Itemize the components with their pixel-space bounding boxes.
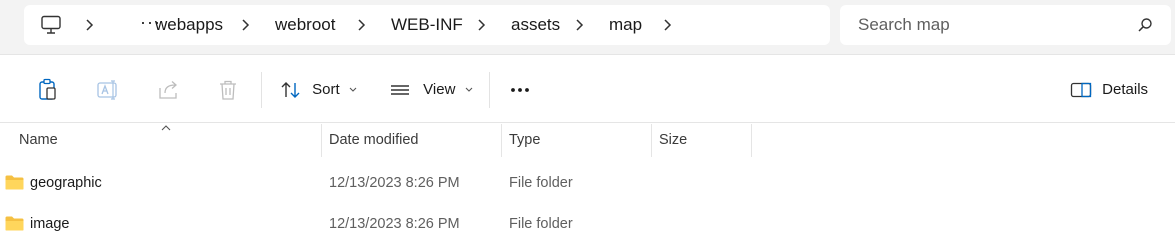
column-header-date-modified[interactable]: Date modified <box>321 124 418 157</box>
file-type: File folder <box>509 216 573 232</box>
file-row[interactable]: geographic 12/13/2023 8:26 PM File folde… <box>0 163 1175 203</box>
sort-ascending-icon <box>161 125 171 131</box>
address-toolbar: ··· webapps webroot WEB-INF assets map S… <box>0 0 1175 55</box>
address-bar[interactable]: ··· webapps webroot WEB-INF assets map <box>24 5 830 45</box>
share-icon[interactable] <box>155 76 183 104</box>
file-name[interactable]: geographic <box>30 163 102 203</box>
search-box[interactable]: Search map <box>840 5 1171 45</box>
breadcrumb-item-webroot[interactable]: webroot <box>275 5 335 45</box>
search-icon[interactable] <box>1137 17 1153 33</box>
details-button[interactable]: Details <box>1070 56 1148 123</box>
file-date-modified: 12/13/2023 8:26 PM <box>329 175 460 191</box>
sort-icon <box>281 82 300 99</box>
command-bar: Sort View Details <box>0 56 1175 123</box>
details-label: Details <box>1102 81 1149 98</box>
sort-button[interactable]: Sort <box>280 56 358 123</box>
column-header-name[interactable]: Name <box>11 124 58 157</box>
sort-label: Sort <box>312 81 340 98</box>
paste-icon[interactable] <box>34 76 62 104</box>
chevron-down-icon <box>349 87 357 92</box>
folder-icon <box>5 216 24 231</box>
chevron-down-icon <box>465 87 472 92</box>
column-header-size[interactable]: Size <box>651 124 687 157</box>
column-header-type[interactable]: Type <box>501 124 540 157</box>
details-pane-icon <box>1070 82 1092 98</box>
view-icon <box>391 85 409 95</box>
column-divider[interactable] <box>751 124 752 157</box>
file-name[interactable]: image <box>30 204 70 244</box>
view-label: View <box>423 81 456 98</box>
column-header-row: Name Date modified Type Size <box>0 124 1175 157</box>
command-separator <box>489 72 490 108</box>
breadcrumb-item-web-inf[interactable]: WEB-INF <box>391 5 463 45</box>
chevron-right-icon[interactable] <box>354 18 368 32</box>
command-separator <box>261 72 262 108</box>
file-row[interactable]: image 12/13/2023 8:26 PM File folder <box>0 204 1175 244</box>
file-date-modified: 12/13/2023 8:26 PM <box>329 216 460 232</box>
more-options-icon[interactable] <box>509 76 533 104</box>
delete-icon[interactable] <box>214 76 242 104</box>
breadcrumb-item-webapps[interactable]: webapps <box>155 5 223 45</box>
breadcrumb-item-map[interactable]: map <box>609 5 642 45</box>
chevron-right-icon[interactable] <box>238 18 252 32</box>
search-input[interactable]: Search map <box>858 5 950 45</box>
breadcrumb-item-assets[interactable]: assets <box>511 5 560 45</box>
chevron-right-icon[interactable] <box>82 18 96 32</box>
rename-icon[interactable] <box>94 76 122 104</box>
this-pc-icon[interactable] <box>40 15 62 35</box>
chevron-right-icon[interactable] <box>474 18 488 32</box>
chevron-right-icon[interactable] <box>572 18 586 32</box>
file-type: File folder <box>509 175 573 191</box>
folder-icon <box>5 175 24 190</box>
view-button[interactable]: View <box>389 56 474 123</box>
chevron-right-icon[interactable] <box>660 18 674 32</box>
